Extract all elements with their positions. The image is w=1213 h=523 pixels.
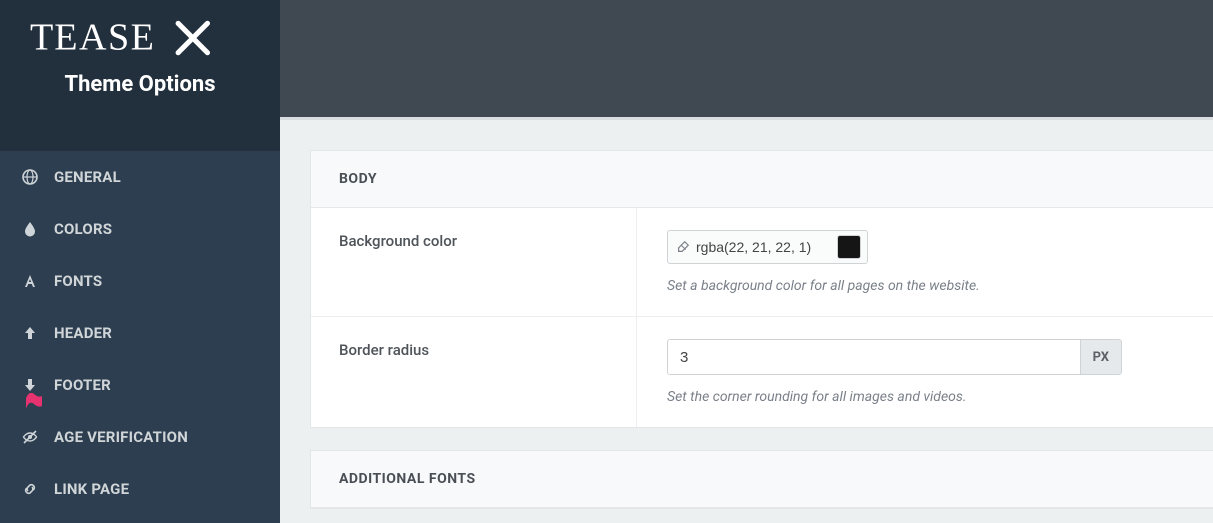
eraser-icon[interactable] [676,240,690,254]
top-bar [280,0,1213,120]
arrow-up-icon [22,325,38,341]
sidebar-item-link-page[interactable]: LINK PAGE [0,463,280,515]
sidebar-item-label: HEADER [54,324,112,342]
panel-additional-fonts-title: ADDITIONAL FONTS [311,451,1213,508]
row-label: Border radius [311,317,636,427]
border-radius-input[interactable]: PX [667,339,1122,375]
row-border-radius: Border radius PX Set the corner rounding… [311,317,1213,427]
row-background-color: Background color Set a background color … [311,208,1213,317]
sidebar: T EASE Theme Options GENERAL [0,0,280,523]
svg-text:EASE: EASE [54,17,155,59]
svg-text:T: T [30,17,54,59]
panel-body: BODY Background color Set a background c… [310,150,1213,428]
font-icon [22,273,38,289]
row-label: Background color [311,208,636,316]
sidebar-item-label: COLORS [54,220,112,238]
sidebar-item-label: AGE VERIFICATION [54,428,188,446]
sidebar-nav: GENERAL COLORS FONTS HEADER [0,151,280,515]
color-swatch[interactable] [837,235,861,259]
panel-additional-fonts: ADDITIONAL FONTS [310,450,1213,509]
brand-logo: T EASE [20,14,260,66]
sidebar-item-age-verification[interactable]: AGE VERIFICATION [0,411,280,463]
main-area: BODY Background color Set a background c… [280,0,1213,523]
help-text: Set the corner rounding for all images a… [667,389,1190,405]
globe-icon [22,169,38,185]
sidebar-item-header[interactable]: HEADER [0,307,280,359]
sidebar-item-fonts[interactable]: FONTS [0,255,280,307]
arrow-down-icon [22,377,38,393]
sidebar-item-label: LINK PAGE [54,480,129,498]
sidebar-item-footer[interactable]: FOOTER [0,359,280,411]
droplet-icon [22,221,38,237]
background-color-input[interactable] [667,230,868,264]
unit-suffix: PX [1080,340,1121,374]
sidebar-item-general[interactable]: GENERAL [0,151,280,203]
background-color-value[interactable] [696,239,831,255]
sidebar-item-label: FOOTER [54,376,111,394]
panel-body-title: BODY [311,151,1213,208]
sidebar-item-colors[interactable]: COLORS [0,203,280,255]
help-text: Set a background color for all pages on … [667,278,1190,294]
sidebar-item-label: FONTS [54,272,102,290]
sidebar-subtitle: Theme Options [20,72,260,97]
border-radius-value[interactable] [668,340,1080,374]
highlight-underline [26,393,42,409]
sidebar-header: T EASE Theme Options [0,0,280,121]
sidebar-item-label: GENERAL [54,168,121,186]
eye-slash-icon [22,429,38,445]
link-icon [22,481,38,497]
